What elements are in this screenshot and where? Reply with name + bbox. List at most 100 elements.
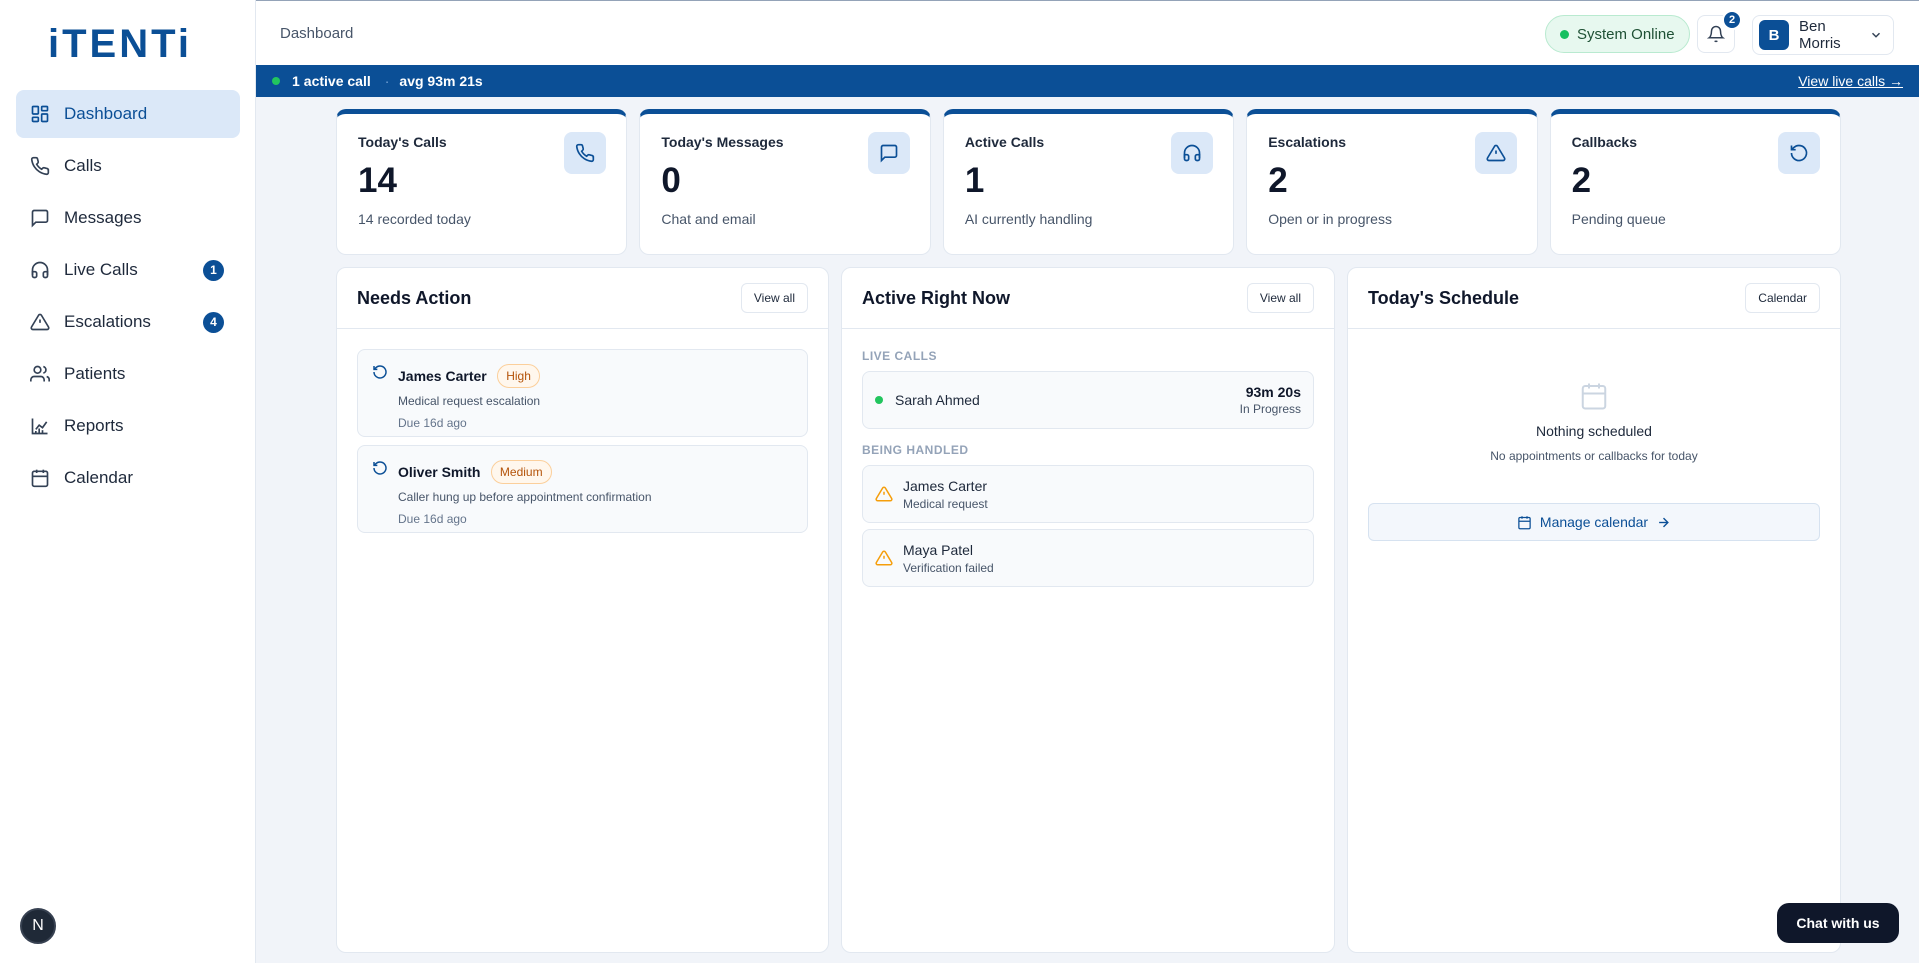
active-right-now-panel: Active Right Now View all LIVE CALLS Sar… <box>841 267 1335 953</box>
manage-calendar-button[interactable]: Manage calendar <box>1368 503 1820 541</box>
priority-badge: High <box>497 364 540 388</box>
panel-header: Needs Action View all <box>337 268 828 329</box>
chat-with-us-button[interactable]: Chat with us <box>1777 903 1899 943</box>
stat-subtitle: AI currently handling <box>964 211 1093 227</box>
panel-title: Active Right Now <box>862 287 1011 308</box>
view-all-button[interactable]: View all <box>740 283 808 313</box>
section-label: BEING HANDLED <box>862 443 969 457</box>
panel-header: Today's Schedule Calendar <box>1348 268 1840 329</box>
caller-name: James Carter <box>903 477 988 494</box>
stat-subtitle: Chat and email <box>661 211 756 227</box>
handled-reason: Verification failed <box>903 560 994 575</box>
live-dot <box>272 77 280 85</box>
item-description: Caller hung up before appointment confir… <box>398 490 652 504</box>
system-status-label: System Online <box>1577 25 1675 43</box>
sidebar-item-calendar[interactable]: Calendar <box>16 454 240 502</box>
stat-card-todays-calls[interactable]: Today's Calls 14 14 recorded today <box>336 109 628 255</box>
chevron-down-icon <box>1871 32 1881 38</box>
stat-subtitle: Open or in progress <box>1268 211 1392 227</box>
live-dot <box>875 396 883 404</box>
top-bar: Dashboard System Online 2 B Ben Morris <box>256 0 1919 65</box>
caller-name: Oliver Smith <box>398 464 481 480</box>
call-status: In Progress <box>1239 402 1301 416</box>
sidebar-item-reports[interactable]: Reports <box>16 402 240 450</box>
active-call-count: 1 <box>292 73 300 89</box>
stat-card-escalations[interactable]: Escalations 2 Open or in progress <box>1246 109 1538 255</box>
active-call-label: active call <box>303 73 371 89</box>
section-label: LIVE CALLS <box>862 349 938 363</box>
sidebar-item-label: Dashboard <box>64 104 148 123</box>
sidebar-item-label: Calendar <box>64 468 133 487</box>
refresh-icon <box>1790 144 1808 162</box>
handled-reason: Medical request <box>903 496 988 511</box>
notification-count-badge: 2 <box>1722 10 1742 30</box>
active-calls-strip: 1 active call · avg 93m 21s View live ca… <box>256 65 1919 97</box>
message-icon <box>880 144 898 163</box>
sidebar-item-label: Live Calls <box>64 260 138 279</box>
due-label: Due 16d ago <box>398 416 467 430</box>
sidebar-item-label: Messages <box>64 208 142 227</box>
user-name: Ben Morris <box>1799 18 1841 52</box>
live-calls-count-badge: 1 <box>203 259 224 281</box>
manage-calendar-label: Manage calendar <box>1539 514 1649 530</box>
sidebar-item-live-calls[interactable]: Live Calls 1 <box>16 246 240 294</box>
system-status-pill: System Online <box>1545 15 1690 53</box>
sidebar-item-label: Calls <box>64 156 102 175</box>
handled-row[interactable]: Maya Patel Verification failed <box>862 529 1314 587</box>
needs-action-panel: Needs Action View all James Carter High … <box>336 267 829 953</box>
stat-card-todays-messages[interactable]: Today's Messages 0 Chat and email <box>639 109 931 255</box>
headphones-icon <box>1183 144 1201 162</box>
list-item[interactable]: James Carter High Medical request escala… <box>357 349 808 437</box>
sidebar-item-messages[interactable]: Messages <box>16 194 240 242</box>
average-duration: avg 93m 21s <box>399 73 483 89</box>
warning-icon <box>875 550 893 566</box>
notifications-button[interactable]: 2 <box>1697 10 1742 53</box>
separator: · <box>384 73 390 89</box>
breadcrumb: Dashboard <box>280 25 354 42</box>
item-description: Medical request escalation <box>398 394 541 408</box>
app-logo[interactable]: iTENTi <box>48 22 192 67</box>
stat-subtitle: 14 recorded today <box>358 211 471 227</box>
calendar-icon <box>1518 515 1531 529</box>
todays-schedule-panel: Today's Schedule Calendar Nothing schedu… <box>1347 267 1841 953</box>
sidebar-item-patients[interactable]: Patients <box>16 350 240 398</box>
user-menu-button[interactable]: B Ben Morris <box>1752 15 1894 55</box>
phone-icon <box>576 143 595 163</box>
callback-icon <box>373 461 387 475</box>
call-duration: 93m 20s <box>1245 384 1301 400</box>
view-live-calls-link[interactable]: View live calls → <box>1798 73 1903 89</box>
sidebar-item-escalations[interactable]: Escalations 4 <box>16 298 240 346</box>
sidebar-nav: Dashboard Calls Messages Live Calls 1 Es… <box>16 90 240 506</box>
calendar-button[interactable]: Calendar <box>1745 283 1820 313</box>
live-call-row[interactable]: Sarah Ahmed 93m 20s In Progress <box>862 371 1314 429</box>
users-icon <box>30 365 50 382</box>
chart-icon <box>31 418 48 435</box>
due-label: Due 16d ago <box>398 512 467 526</box>
panel-title: Today's Schedule <box>1368 287 1519 308</box>
escalations-count-badge: 4 <box>203 311 224 333</box>
sidebar-item-label: Escalations <box>64 312 151 331</box>
sidebar-item-label: Reports <box>64 416 124 435</box>
sidebar-item-dashboard[interactable]: Dashboard <box>16 90 240 138</box>
view-all-button[interactable]: View all <box>1246 283 1314 313</box>
warning-icon <box>875 486 893 502</box>
dev-tools-avatar[interactable]: N <box>20 908 56 944</box>
priority-badge: Medium <box>490 460 552 484</box>
stat-card-active-calls[interactable]: Active Calls 1 AI currently handling <box>942 109 1235 255</box>
stat-subtitle: Pending queue <box>1571 211 1666 227</box>
arrow-right-icon <box>1659 517 1669 527</box>
handled-row[interactable]: James Carter Medical request <box>862 465 1314 523</box>
status-dot <box>1560 29 1569 39</box>
sidebar-item-calls[interactable]: Calls <box>16 142 240 190</box>
calendar-icon <box>31 469 49 488</box>
sidebar: iTENTi Dashboard Calls Messages Live Cal… <box>0 0 256 963</box>
dashboard-icon <box>31 105 49 123</box>
stat-card-callbacks[interactable]: Callbacks 2 Pending queue <box>1549 109 1842 255</box>
empty-description: No appointments or callbacks for today <box>1490 449 1698 463</box>
empty-title: Nothing scheduled <box>1536 423 1652 439</box>
warning-icon <box>1486 144 1506 162</box>
list-item[interactable]: Oliver Smith Medium Caller hung up befor… <box>357 445 808 533</box>
caller-name: James Carter <box>398 368 487 384</box>
caller-name: Maya Patel <box>903 541 974 558</box>
panel-header: Active Right Now View all <box>842 268 1334 329</box>
